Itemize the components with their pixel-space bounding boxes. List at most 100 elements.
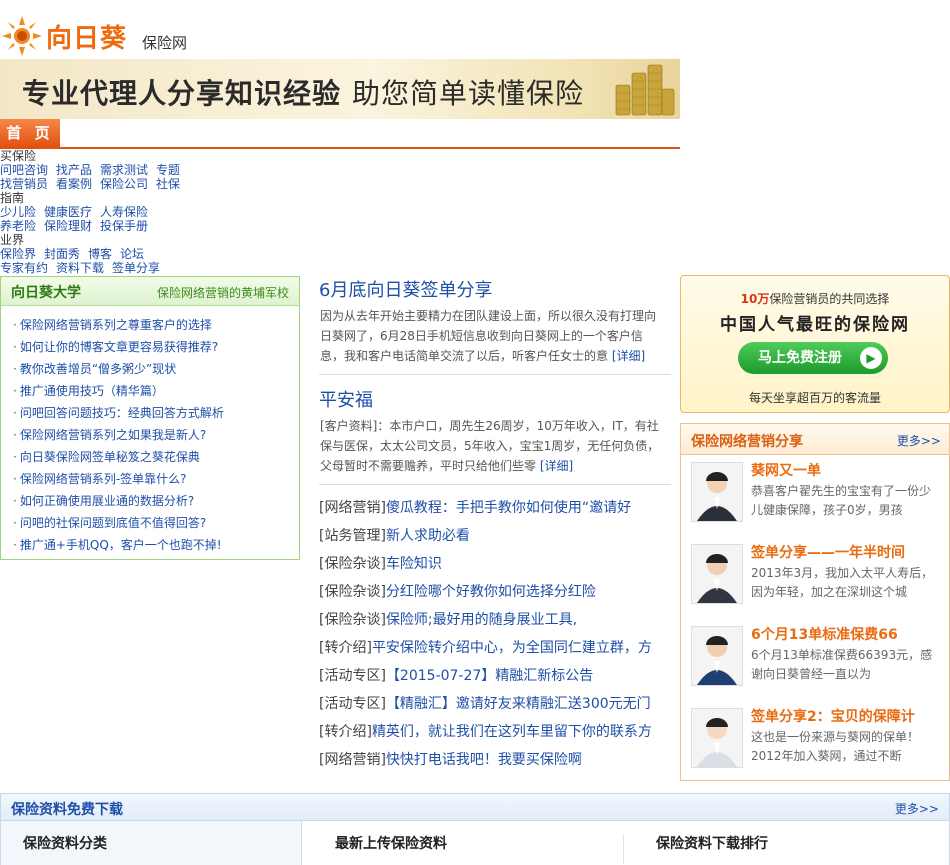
university-title[interactable]: 向日葵大学 [11, 282, 81, 302]
member-count: 10万 [740, 292, 770, 306]
university-article-link[interactable]: 推广通+手机QQ，客户一个也跑不掉! [20, 538, 222, 552]
register-button-label: 马上免费注册 [758, 350, 842, 366]
post-link[interactable]: 平安保险转介绍中心，为全国同仁建立群，方 [372, 640, 652, 656]
column-divider [623, 834, 624, 864]
share-item-title[interactable]: 6个月13单标准保费66 [751, 624, 898, 644]
nav-link[interactable]: 保险界 [0, 247, 36, 261]
article-title[interactable]: 6月底向日葵签单分享 [319, 276, 492, 302]
category-nav: 买保险 问吧咨询 找产品 需求测试 专题 找营销员 看案例 保险公司 社保 指南 少儿险 健康医疗 人寿… [0, 149, 320, 275]
share-title[interactable]: 保险网络营销分享 [691, 431, 803, 451]
nav-link[interactable]: 健康医疗 [44, 205, 92, 219]
nav-link[interactable]: 人寿保险 [100, 205, 148, 219]
nav-link[interactable]: 社保 [156, 177, 180, 191]
post-category-tag[interactable]: [转介绍] [319, 640, 372, 656]
university-article-link[interactable]: 如何让你的博客文章更容易获得推荐? [20, 340, 218, 354]
home-tab[interactable]: 首 页 [0, 119, 60, 147]
nav-link[interactable]: 找产品 [56, 163, 92, 177]
promo-line-3: 每天坐享超百万的客流量 [748, 391, 881, 405]
nav-link[interactable]: 找营销员 [0, 177, 48, 191]
share-item-title[interactable]: 签单分享2：宝贝的保障计 [751, 706, 915, 726]
nav-link[interactable]: 专题 [156, 163, 180, 177]
site-logo[interactable]: 向日葵 保险网 [0, 12, 200, 58]
post-link[interactable]: 分红险哪个好教你如何选择分红险 [386, 584, 596, 600]
post-link[interactable]: 保险师;最好用的随身展业工具, [386, 612, 577, 628]
nav-row: 养老险 保险理财 投保手册 [0, 219, 320, 233]
university-article-link[interactable]: 问吧的社保问题到底值不值得回答? [20, 516, 206, 530]
nav-link[interactable]: 养老险 [0, 219, 36, 233]
agent-avatar[interactable] [691, 544, 743, 604]
nav-link[interactable]: 保险公司 [100, 177, 148, 191]
post-category-tag[interactable]: [活动专区] [319, 696, 386, 712]
post-category-tag[interactable]: [转介绍] [319, 724, 372, 740]
post-link[interactable]: 【2015-07-27】精融汇新标公告 [386, 668, 593, 684]
university-article-link[interactable]: 保险网络营销系列之如果我是新人? [20, 428, 206, 442]
nav-link[interactable]: 保险理财 [44, 219, 92, 233]
nav-link[interactable]: 需求测试 [100, 163, 148, 177]
share-item-title[interactable]: 签单分享——一年半时间 [751, 542, 905, 562]
agent-avatar[interactable] [691, 708, 743, 768]
register-button[interactable]: 马上免费注册 ▶ [738, 342, 888, 374]
agent-avatar[interactable] [691, 462, 743, 522]
university-list-item: · 问吧回答问题技巧：经典回答方式解析 [13, 402, 299, 424]
nav-link[interactable]: 封面秀 [44, 247, 80, 261]
download-ranking-heading: 保险资料下载排行 [656, 836, 768, 852]
share-item-title[interactable]: 葵网又一单 [751, 460, 821, 480]
divider [319, 484, 671, 485]
nav-link[interactable]: 签单分享 [112, 261, 160, 275]
post-category-tag[interactable]: [活动专区] [319, 668, 386, 684]
university-box: 向日葵大学 保险网络营销的黄埔军校 · 保险网络营销系列之尊重客户的选择 · 如何让你… [0, 276, 300, 560]
nav-link[interactable]: 看案例 [56, 177, 92, 191]
agent-avatar[interactable] [691, 626, 743, 686]
post-link[interactable]: 车险知识 [386, 556, 442, 572]
nav-link[interactable]: 论坛 [120, 247, 144, 261]
nav-row: 少儿险 健康医疗 人寿保险 [0, 205, 320, 219]
university-article-link[interactable]: 保险网络营销系列-签单靠什么? [20, 472, 187, 486]
nav-link[interactable]: 博客 [88, 247, 112, 261]
download-more-link[interactable]: 更多>> [895, 800, 939, 817]
university-article-link[interactable]: 保险网络营销系列之尊重客户的选择 [20, 318, 212, 332]
article-more-link[interactable]: [详细] [612, 349, 645, 363]
forum-post-row: [活动专区]【2015-07-27】精融汇新标公告 [319, 662, 674, 690]
post-category-tag[interactable]: [保险杂谈] [319, 584, 386, 600]
post-link[interactable]: 【精融汇】邀请好友来精融汇送300元无门 [386, 696, 651, 712]
post-link[interactable]: 新人求助必看 [386, 528, 470, 544]
nav-link[interactable]: 资料下载 [56, 261, 104, 275]
nav-link[interactable]: 问吧咨询 [0, 163, 48, 177]
nav-link[interactable]: 投保手册 [100, 219, 148, 233]
post-category-tag[interactable]: [网络营销] [319, 752, 386, 768]
nav-link[interactable]: 专家有约 [0, 261, 48, 275]
register-promo: 10万保险营销员的共同选择 中国人气最旺的保险网 马上免费注册 ▶ 每天坐享超百… [680, 275, 950, 413]
post-category-tag[interactable]: [站务管理] [319, 528, 386, 544]
nav-section-heading: 买保险 [0, 149, 37, 163]
post-category-tag[interactable]: [保险杂谈] [319, 556, 386, 572]
university-article-link[interactable]: 推广通使用技巧（精华篇） [20, 384, 164, 398]
university-article-link[interactable]: 如何正确使用展业通的数据分析? [20, 494, 194, 508]
sales-share-box: 保险网络营销分享 更多>> 葵网又一单 恭喜客户翟先生的宝宝有了一份少儿健康保障，… [680, 423, 950, 781]
forum-post-list: [网络营销]傻瓜教程：手把手教你如何使用“邀请好 [站务管理]新人求助必看 [保险杂… [319, 494, 674, 774]
nav-link[interactable]: 少儿险 [0, 205, 36, 219]
university-list-item: · 推广通+手机QQ，客户一个也跑不掉! [13, 534, 299, 556]
promo-line-1-text: 保险营销员的共同选择 [769, 292, 890, 306]
banner-headline: 专业代理人分享知识经验 [22, 77, 342, 110]
university-article-link[interactable]: 向日葵保险网签单秘笈之葵花保典 [20, 450, 200, 464]
forum-post-row: [保险杂谈]分红险哪个好教你如何选择分红险 [319, 578, 674, 606]
university-article-link[interactable]: 教你改善增员“僧多粥少”现状 [20, 362, 176, 376]
university-list-item: · 如何让你的博客文章更容易获得推荐? [13, 336, 299, 358]
post-category-tag[interactable]: [保险杂谈] [319, 612, 386, 628]
article-more-link[interactable]: [详细] [540, 459, 573, 473]
university-subtitle[interactable]: 保险网络营销的黄埔军校 [157, 284, 289, 301]
university-list-item: · 向日葵保险网签单秘笈之葵花保典 [13, 446, 299, 468]
university-list-item: · 问吧的社保问题到底值不值得回答? [13, 512, 299, 534]
post-link[interactable]: 傻瓜教程：手把手教你如何使用“邀请好 [386, 500, 631, 516]
post-link[interactable]: 快快打电话我吧！我要买保险啊 [386, 752, 582, 768]
download-categories: 保险资料分类 [1, 821, 302, 865]
nav-row: 找营销员 看案例 保险公司 社保 [0, 177, 320, 191]
share-more-link[interactable]: 更多>> [897, 432, 941, 449]
university-list-item: · 保险网络营销系列之尊重客户的选择 [13, 314, 299, 336]
post-category-tag[interactable]: [网络营销] [319, 500, 386, 516]
university-article-link[interactable]: 问吧回答问题技巧：经典回答方式解析 [20, 406, 224, 420]
brand-subtitle: 保险网 [142, 34, 188, 52]
article-title[interactable]: 平安福 [319, 386, 373, 412]
post-link[interactable]: 精英们，就让我们在这列车里留下你的联系方 [372, 724, 652, 740]
download-title[interactable]: 保险资料免费下载 [11, 799, 123, 819]
